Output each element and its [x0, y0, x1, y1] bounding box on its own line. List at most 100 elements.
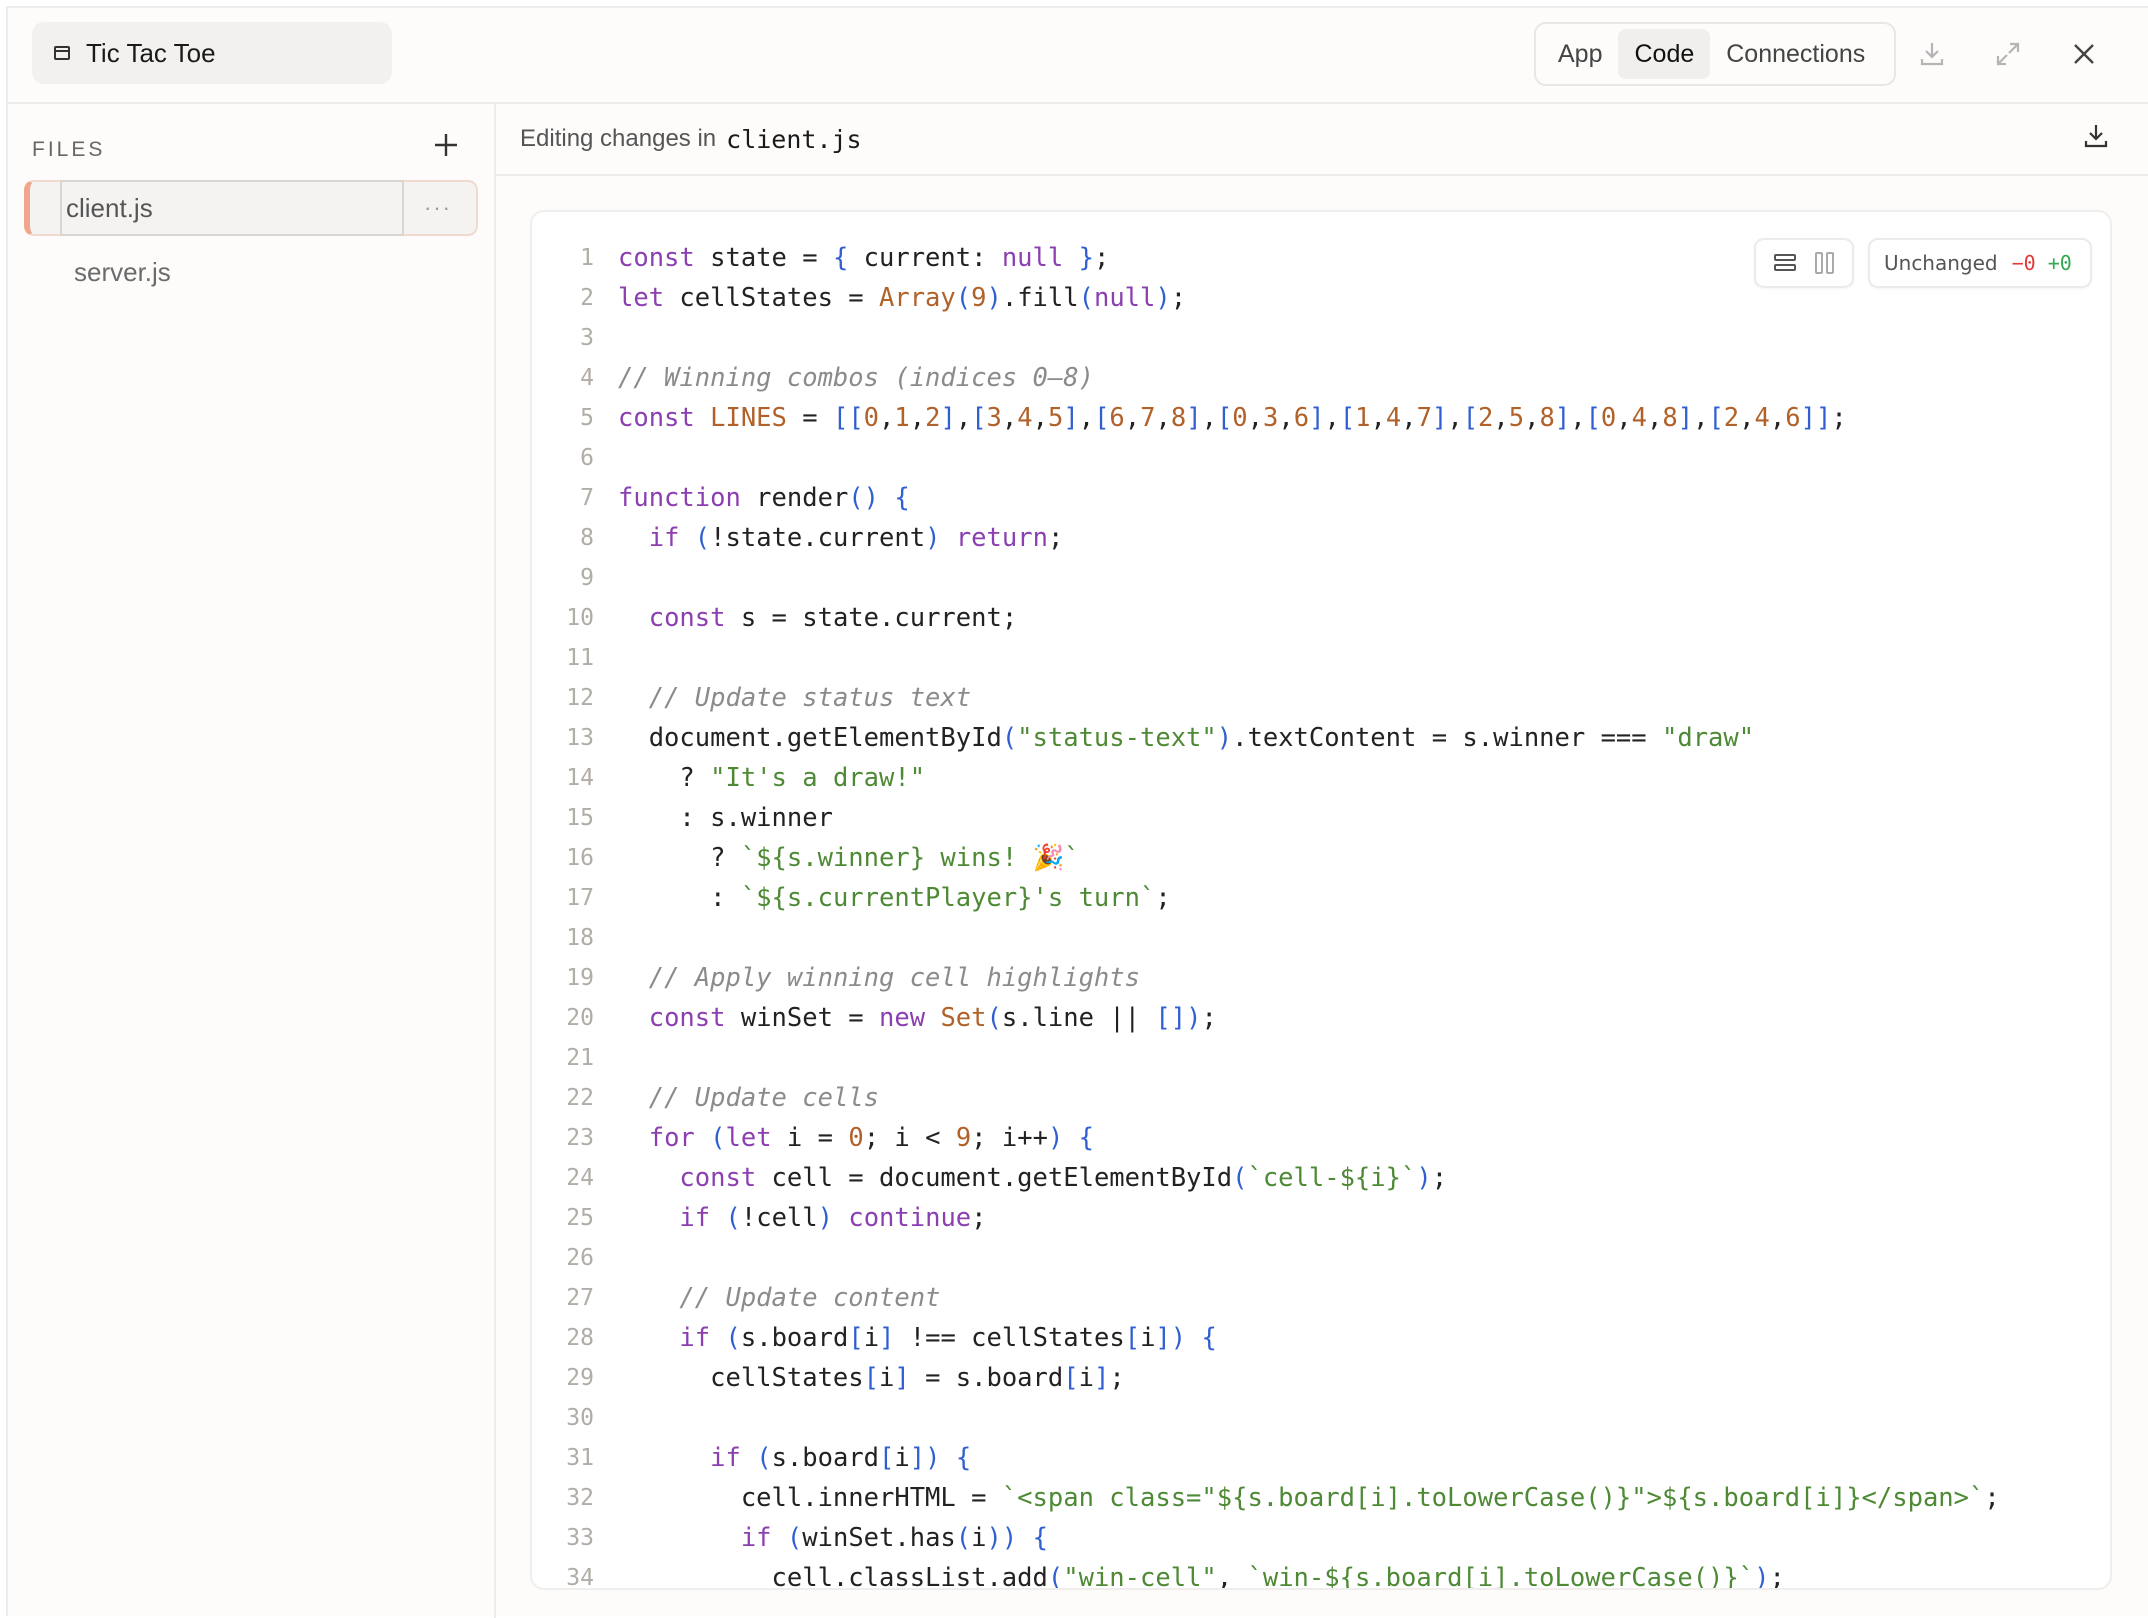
line-number: 7 [580, 485, 594, 511]
code-line[interactable]: 8 if (!state.current) return; [532, 518, 2110, 558]
file-item-server[interactable]: server.js [24, 244, 478, 300]
code-text[interactable]: : `${s.currentPlayer}'s turn`; [618, 878, 1171, 918]
download-icon [2084, 125, 2108, 148]
download-file-button[interactable] [2082, 122, 2110, 157]
code-line[interactable]: 7 function render() { [532, 478, 2110, 518]
split-view-icon[interactable] [1814, 252, 1835, 274]
editing-label: Editing changes in [520, 125, 717, 152]
line-number: 14 [566, 765, 594, 791]
code-line[interactable]: 22 // Update cells [532, 1078, 2110, 1118]
line-number: 34 [566, 1565, 594, 1590]
line-number: 1 [580, 245, 594, 271]
code-line[interactable]: 5 const LINES = [[0,1,2],[3,4,5],[6,7,8],… [532, 398, 2110, 438]
code-text[interactable]: function render() { [618, 478, 910, 518]
line-number: 26 [566, 1245, 594, 1271]
code-text[interactable]: : s.winner [618, 798, 833, 838]
line-number: 6 [580, 445, 594, 471]
code-line[interactable]: 3 [532, 318, 2110, 358]
code-line[interactable]: 28 if (s.board[i] !== cellStates[i]) { [532, 1318, 2110, 1358]
line-number: 27 [566, 1285, 594, 1311]
code-line[interactable]: 30 [532, 1398, 2110, 1438]
line-number: 18 [566, 925, 594, 951]
code-line[interactable]: 20 const winSet = new Set(s.line || []); [532, 998, 2110, 1038]
app-window: Tic Tac Toe App Code Connections FILES c… [6, 6, 2148, 1618]
code-line[interactable]: 33 if (winSet.has(i)) { [532, 1518, 2110, 1558]
expand-button[interactable] [1990, 36, 2026, 72]
tab-connections[interactable]: Connections [1710, 29, 1881, 79]
code-line[interactable]: 10 const s = state.current; [532, 598, 2110, 638]
code-text[interactable]: // Update content [618, 1278, 940, 1318]
code-line[interactable]: 17 : `${s.currentPlayer}'s turn`; [532, 878, 2110, 918]
add-file-button[interactable] [426, 126, 466, 166]
line-number: 11 [566, 645, 594, 671]
project-title-pill[interactable]: Tic Tac Toe [32, 22, 392, 84]
line-number: 15 [566, 805, 594, 831]
code-line[interactable]: 29 cellStates[i] = s.board[i]; [532, 1358, 2110, 1398]
close-button[interactable] [2066, 36, 2102, 72]
code-view[interactable]: 1 const state = { current: null }; 2 let ce… [530, 210, 2112, 1590]
code-text[interactable]: cell.innerHTML = `<span class="${s.board… [618, 1478, 2000, 1518]
code-lines[interactable]: 1 const state = { current: null }; 2 let ce… [532, 238, 2110, 1590]
line-number: 16 [566, 845, 594, 871]
code-text[interactable]: if (winSet.has(i)) { [618, 1518, 1048, 1558]
tab-app[interactable]: App [1542, 29, 1618, 79]
code-text[interactable]: if (!state.current) return; [618, 518, 1064, 558]
code-text[interactable]: const winSet = new Set(s.line || []); [618, 998, 1217, 1038]
code-line[interactable]: 24 const cell = document.getElementById(… [532, 1158, 2110, 1198]
view-mode-toggle [1754, 238, 1854, 288]
code-text[interactable]: if (s.board[i] !== cellStates[i]) { [618, 1318, 1216, 1358]
file-item-client[interactable]: client.js ··· [24, 180, 478, 236]
code-line[interactable]: 34 cell.classList.add("win-cell", `win-$… [532, 1558, 2110, 1590]
close-icon [2074, 44, 2094, 64]
code-line[interactable]: 31 if (s.board[i]) { [532, 1438, 2110, 1478]
code-text[interactable]: if (s.board[i]) { [618, 1438, 971, 1478]
editing-bar: Editing changes in client.js [496, 104, 2148, 176]
code-line[interactable]: 6 [532, 438, 2110, 478]
code-text[interactable]: let cellStates = Array(9).fill(null); [618, 278, 1186, 318]
code-line[interactable]: 21 [532, 1038, 2110, 1078]
code-line[interactable]: 23 for (let i = 0; i < 9; i++) { [532, 1118, 2110, 1158]
code-text[interactable]: // Update cells [618, 1078, 879, 1118]
expand-icon [1996, 42, 2020, 66]
code-text[interactable]: const cell = document.getElementById(`ce… [618, 1158, 1447, 1198]
code-text[interactable]: if (!cell) continue; [618, 1198, 986, 1238]
code-text[interactable]: ? `${s.winner} wins! 🎉` [618, 838, 1080, 878]
code-line[interactable]: 16 ? `${s.winner} wins! 🎉` [532, 838, 2110, 878]
code-line[interactable]: 15 : s.winner [532, 798, 2110, 838]
code-text[interactable]: const s = state.current; [618, 598, 1017, 638]
file-name-client[interactable]: client.js [60, 180, 404, 236]
download-icon [1920, 43, 1944, 66]
code-line[interactable]: 19 // Apply winning cell highlights [532, 958, 2110, 998]
code-text[interactable]: const state = { current: null }; [618, 238, 1109, 278]
tab-code[interactable]: Code [1618, 29, 1711, 79]
code-line[interactable]: 26 [532, 1238, 2110, 1278]
stacked-view-icon[interactable] [1773, 254, 1796, 272]
code-text[interactable]: cell.classList.add("win-cell", `win-${s.… [618, 1558, 1785, 1588]
code-line[interactable]: 11 [532, 638, 2110, 678]
code-line[interactable]: 32 cell.innerHTML = `<span class="${s.bo… [532, 1478, 2110, 1518]
line-number: 25 [566, 1205, 594, 1231]
file-more-button[interactable]: ··· [424, 195, 452, 221]
code-line[interactable]: 4 // Winning combos (indices 0–8) [532, 358, 2110, 398]
line-number: 32 [566, 1485, 594, 1511]
code-text[interactable]: cellStates[i] = s.board[i]; [618, 1358, 1125, 1398]
files-heading: FILES [32, 138, 106, 161]
editing-filename: client.js [726, 124, 862, 154]
code-text[interactable]: // Update status text [618, 678, 971, 718]
code-text[interactable]: for (let i = 0; i < 9; i++) { [618, 1118, 1094, 1158]
code-line[interactable]: 14 ? "It's a draw!" [532, 758, 2110, 798]
code-line[interactable]: 13 document.getElementById("status-text"… [532, 718, 2110, 758]
code-text[interactable]: ? "It's a draw!" [618, 758, 925, 798]
code-text[interactable]: // Winning combos (indices 0–8) [618, 358, 1094, 398]
code-text[interactable]: // Apply winning cell highlights [618, 958, 1140, 998]
code-line[interactable]: 9 [532, 558, 2110, 598]
line-number: 17 [566, 885, 594, 911]
code-line[interactable]: 18 [532, 918, 2110, 958]
code-line[interactable]: 27 // Update content [532, 1278, 2110, 1318]
code-line[interactable]: 25 if (!cell) continue; [532, 1198, 2110, 1238]
code-text[interactable]: const LINES = [[0,1,2],[3,4,5],[6,7,8],[… [618, 398, 1847, 438]
code-text[interactable]: document.getElementById("status-text").t… [618, 718, 1754, 758]
code-line[interactable]: 12 // Update status text [532, 678, 2110, 718]
line-number: 20 [566, 1005, 594, 1031]
download-button[interactable] [1914, 36, 1950, 72]
